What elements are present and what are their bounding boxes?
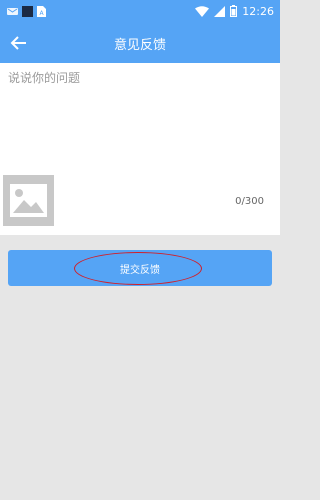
status-left-icons: A	[7, 5, 46, 17]
char-count: 0/300	[235, 196, 264, 207]
image-placeholder-icon	[3, 175, 54, 226]
page-title: 意见反馈	[113, 38, 166, 53]
sim-icon: A	[37, 5, 46, 17]
app-square-icon	[22, 5, 33, 17]
status-bar: A 12:26	[0, 0, 280, 22]
notification-icon	[7, 7, 18, 15]
submit-feedback-button[interactable]: 提交反馈	[8, 250, 272, 286]
feedback-textarea[interactable]	[8, 69, 270, 169]
wifi-icon	[195, 5, 210, 17]
feedback-panel: 0/300	[0, 63, 280, 235]
signal-icon	[214, 5, 226, 17]
app-bar: 意见反馈	[0, 22, 280, 63]
add-image-button[interactable]	[3, 175, 54, 226]
battery-icon	[230, 5, 238, 17]
status-time: 12:26	[242, 4, 274, 18]
status-right-icons: 12:26	[195, 3, 274, 19]
